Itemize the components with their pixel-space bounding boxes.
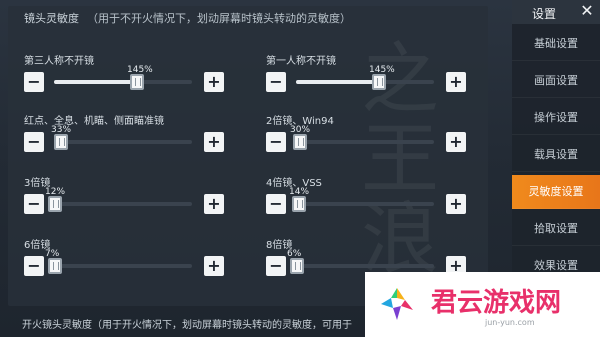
decrease-button[interactable]: − (266, 256, 286, 276)
decrease-button[interactable]: − (24, 132, 44, 152)
slider-track[interactable] (293, 134, 434, 150)
slider-thumb[interactable] (130, 74, 144, 90)
sensitivity-control: 2倍镜、Win94−30% + (266, 112, 496, 168)
slider-value: 145% (369, 65, 395, 75)
slider-value: 30% (290, 125, 311, 135)
decrease-button[interactable]: − (24, 72, 44, 92)
slider-fill (54, 80, 137, 84)
slider-track[interactable] (292, 196, 434, 212)
slider-value: 14% (289, 187, 310, 197)
slider-thumb[interactable] (54, 134, 68, 150)
slider-track[interactable] (296, 74, 434, 90)
increase-button[interactable]: + (446, 72, 466, 92)
sensitivity-control: 红点、全息、机瞄、侧面瞄准镜 −33% + (24, 112, 254, 168)
sidebar-header: 设置 ✕ (512, 0, 600, 24)
increase-button[interactable]: + (446, 194, 466, 214)
sidebar-item[interactable]: 操作设置 (512, 101, 600, 135)
decrease-button[interactable]: − (266, 72, 286, 92)
sidebar-title: 设置 (532, 7, 557, 21)
slider-track[interactable] (54, 74, 192, 90)
sidebar-item[interactable]: 基础设置 (512, 27, 600, 61)
slider-value: 7% (45, 249, 60, 259)
slider-track[interactable] (54, 134, 192, 150)
increase-button[interactable]: + (204, 72, 224, 92)
increase-button[interactable]: + (204, 256, 224, 276)
site-logo: 君云游戏网 jun-yun.com (365, 272, 600, 337)
camera-sensitivity-header: 镜头灵敏度 （用于不开火情况下，划动屏幕时镜头转动的灵敏度） (24, 10, 351, 26)
slider-thumb[interactable] (48, 196, 62, 212)
control-label: 第三人称不开镜 (24, 56, 94, 67)
decrease-button[interactable]: − (24, 256, 44, 276)
slider-thumb[interactable] (48, 258, 62, 274)
slider-track[interactable] (48, 258, 192, 274)
logo-brand: 君云游戏网 (431, 288, 562, 318)
increase-button[interactable]: + (204, 132, 224, 152)
sensitivity-control: 3倍镜 −12% + (24, 174, 254, 230)
section-hint: （用于不开火情况下，划动屏幕时镜头转动的灵敏度） (87, 12, 351, 25)
close-icon[interactable]: ✕ (578, 2, 596, 20)
slider-fill (296, 80, 379, 84)
decrease-button[interactable]: − (24, 194, 44, 214)
sensitivity-control: 第三人称不开镜 − 145% + (24, 52, 254, 108)
slider-thumb[interactable] (293, 134, 307, 150)
sidebar-item[interactable]: 画面设置 (512, 64, 600, 98)
logo-sub: jun-yun.com (485, 318, 535, 327)
sensitivity-control: 6倍镜 −7% + (24, 236, 254, 292)
sidebar-item[interactable]: 拾取设置 (512, 212, 600, 246)
control-label: 第一人称不开镜 (266, 56, 336, 67)
fire-sensitivity-header: 开火镜头灵敏度（用于开火情况下，划动屏幕时镜头转动的灵敏度，可用于 (22, 320, 352, 331)
sensitivity-control: 第一人称不开镜 − 145% + (266, 52, 496, 108)
slider-thumb[interactable] (290, 258, 304, 274)
increase-button[interactable]: + (204, 194, 224, 214)
slider-value: 12% (45, 187, 66, 197)
control-label: 红点、全息、机瞄、侧面瞄准镜 (24, 116, 164, 127)
slider-track[interactable] (48, 196, 192, 212)
sidebar-item[interactable]: 灵敏度设置 (512, 175, 600, 209)
section-title: 镜头灵敏度 (24, 12, 79, 25)
sidebar-item[interactable]: 载具设置 (512, 138, 600, 172)
slider-value: 6% (287, 249, 302, 259)
logo-mark-icon (377, 284, 417, 324)
sensitivity-control: 4倍镜、VSS −14% + (266, 174, 496, 230)
increase-button[interactable]: + (446, 132, 466, 152)
slider-track[interactable] (290, 258, 434, 274)
slider-value: 33% (51, 125, 72, 135)
decrease-button[interactable]: − (266, 194, 286, 214)
slider-value: 145% (127, 65, 153, 75)
decrease-button[interactable]: − (266, 132, 286, 152)
slider-thumb[interactable] (292, 196, 306, 212)
slider-thumb[interactable] (372, 74, 386, 90)
